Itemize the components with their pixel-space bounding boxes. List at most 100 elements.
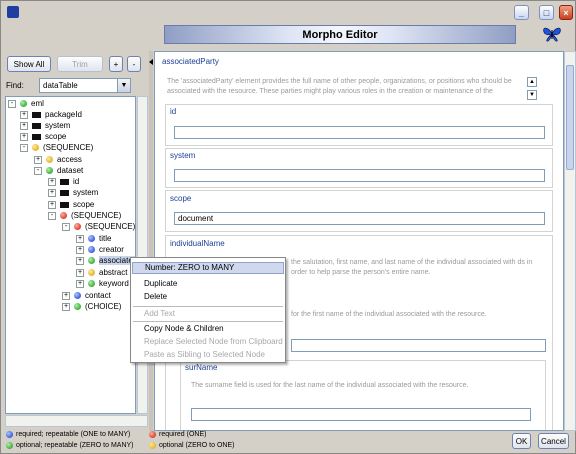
- expand-icon[interactable]: +: [20, 110, 28, 119]
- menu-item-copy-node[interactable]: Copy Node & Children: [132, 323, 284, 335]
- tree-node-eml[interactable]: - eml: [8, 98, 44, 109]
- tree-vertical-scrollbar[interactable]: [137, 96, 148, 414]
- expand-icon[interactable]: +: [76, 268, 84, 277]
- cancel-button[interactable]: Cancel: [538, 433, 569, 449]
- menu-item-paste-sibling[interactable]: Paste as Sibling to Selected Node: [132, 349, 284, 361]
- show-all-button[interactable]: Show All: [7, 56, 51, 72]
- system-label: system: [170, 151, 196, 160]
- collapse-minus-button[interactable]: -: [127, 56, 141, 72]
- tree-node-scope[interactable]: + scope: [20, 131, 66, 142]
- required-repeatable-icon: [60, 178, 69, 185]
- scrollbar-thumb[interactable]: [566, 65, 574, 170]
- desc-scroll-down-icon[interactable]: ▼: [527, 90, 537, 100]
- expand-icon[interactable]: +: [76, 245, 84, 254]
- trim-button[interactable]: Trim: [57, 56, 103, 72]
- tree-node-associatedparty[interactable]: +associatedP: [76, 255, 135, 266]
- id-section: id: [165, 104, 553, 146]
- tree-node-dataset[interactable]: - dataset: [34, 165, 83, 176]
- ok-button[interactable]: OK: [512, 433, 531, 449]
- maximize-icon[interactable]: □: [539, 5, 554, 20]
- expand-icon[interactable]: +: [34, 155, 42, 164]
- optional-repeatable-icon: [88, 257, 95, 264]
- collapse-icon[interactable]: -: [34, 166, 42, 175]
- menu-item-number[interactable]: Number: ZERO to MANY: [132, 262, 284, 274]
- legend-optional-one: optional (ZERO to ONE): [149, 442, 234, 449]
- editor-vertical-scrollbar[interactable]: [564, 51, 576, 431]
- tree-node-contact[interactable]: + contact: [62, 290, 111, 301]
- expand-icon[interactable]: +: [20, 121, 28, 130]
- surname-description: The surname field is used for the last n…: [191, 382, 469, 389]
- find-value: dataTable: [43, 81, 78, 90]
- individualname-description: the salutation, first name, and last nam…: [291, 259, 533, 276]
- individualname-label: individualName: [170, 239, 225, 248]
- required-repeatable-icon: [32, 122, 41, 129]
- system-section: system: [165, 148, 553, 188]
- system-field[interactable]: [174, 169, 545, 182]
- menu-separator: [133, 306, 283, 307]
- required-repeatable-blue-icon: [88, 235, 95, 242]
- tree-node-system[interactable]: + system: [20, 120, 70, 131]
- desc-scroll-up-icon[interactable]: ▲: [527, 77, 537, 87]
- tree-node-creator[interactable]: + creator: [76, 244, 124, 255]
- required-repeatable-icon: [60, 201, 69, 208]
- tree-node-dataset-scope[interactable]: + scope: [48, 199, 94, 210]
- required-one-icon: [74, 303, 81, 310]
- collapse-icon[interactable]: -: [48, 211, 56, 220]
- required-repeatable-icon: [32, 111, 41, 118]
- menu-item-duplicate[interactable]: Duplicate: [132, 278, 284, 290]
- id-label: id: [170, 107, 177, 116]
- expand-icon[interactable]: +: [76, 279, 84, 288]
- chevron-down-icon[interactable]: ▼: [117, 79, 130, 92]
- required-repeatable-icon: [60, 189, 69, 196]
- optional-icon: [46, 156, 53, 163]
- expand-icon[interactable]: +: [62, 302, 70, 311]
- expand-icon[interactable]: +: [48, 188, 56, 197]
- tree-node-sequence-2[interactable]: - (SEQUENCE): [48, 210, 121, 221]
- optional-icon: [149, 442, 156, 449]
- required-repeatable-icon: [32, 133, 41, 140]
- menu-item-add-text[interactable]: Add Text: [132, 308, 284, 320]
- app-icon: [7, 6, 19, 18]
- menu-item-delete[interactable]: Delete: [132, 291, 284, 303]
- tree-node-keywordset[interactable]: + keyword: [76, 278, 129, 289]
- id-field[interactable]: [174, 126, 545, 139]
- scope-section: scope document: [165, 190, 553, 232]
- tree-node-access[interactable]: + access: [34, 154, 82, 165]
- tree-node-sequence[interactable]: - (SEQUENCE): [20, 142, 93, 153]
- expand-icon[interactable]: +: [62, 291, 70, 300]
- givenname-field[interactable]: [291, 339, 546, 352]
- section-description: The 'associatedParty' element provides t…: [167, 78, 512, 95]
- collapse-icon[interactable]: -: [8, 99, 16, 108]
- tree-horizontal-scrollbar[interactable]: [5, 415, 148, 427]
- tree-node-dataset-system[interactable]: + system: [48, 187, 98, 198]
- expand-icon[interactable]: +: [20, 132, 28, 141]
- tree-node-abstract[interactable]: + abstract: [76, 267, 127, 278]
- required-red-icon: [74, 223, 81, 230]
- tree-node-dataset-id[interactable]: + id: [48, 176, 79, 187]
- collapse-icon[interactable]: -: [20, 143, 28, 152]
- node-tree[interactable]: - eml + packageId + system + scope - (SEQUENC…: [5, 96, 136, 414]
- tree-node-sequence-3[interactable]: - (SEQUENCE): [62, 221, 135, 232]
- morpho-editor-window: _ □ × Morpho Editor Show All Trim + - Fi…: [0, 0, 576, 454]
- expand-icon[interactable]: +: [76, 234, 84, 243]
- close-icon[interactable]: ×: [559, 5, 573, 20]
- scope-field[interactable]: document: [174, 212, 545, 225]
- expand-plus-button[interactable]: +: [109, 56, 123, 72]
- panel-splitter[interactable]: [149, 51, 153, 431]
- minimize-icon[interactable]: _: [514, 5, 529, 20]
- collapse-icon[interactable]: -: [62, 222, 70, 231]
- expand-icon[interactable]: +: [76, 256, 84, 265]
- find-combobox[interactable]: dataTable ▼: [39, 78, 131, 93]
- expand-icon[interactable]: +: [48, 177, 56, 186]
- menu-item-replace-node[interactable]: Replace Selected Node from Clipboard: [132, 336, 284, 348]
- tree-node-packageid[interactable]: + packageId: [20, 109, 82, 120]
- tree-node-title[interactable]: + title: [76, 233, 111, 244]
- surname-field[interactable]: [191, 408, 531, 421]
- required-red-icon: [149, 431, 156, 438]
- required-repeatable-blue-icon: [6, 431, 13, 438]
- tree-node-choice[interactable]: + (CHOICE): [62, 301, 121, 312]
- section-title: associatedParty: [162, 57, 219, 66]
- splitter-arrow-icon[interactable]: [149, 57, 153, 71]
- expand-icon[interactable]: +: [48, 200, 56, 209]
- legend-required-repeatable: required; repeatable (ONE to MANY): [6, 431, 130, 438]
